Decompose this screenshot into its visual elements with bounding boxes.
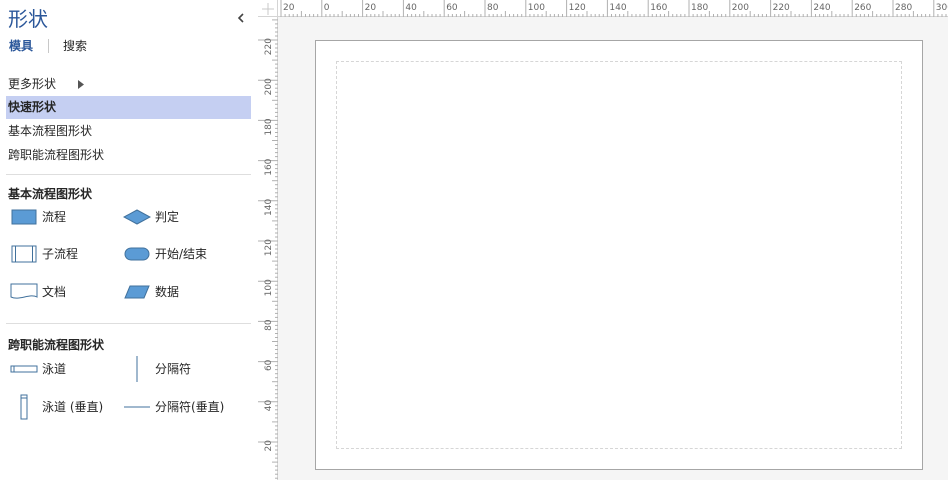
shape-label: 分隔符 bbox=[155, 362, 192, 376]
ruler-label: 200 bbox=[264, 78, 274, 95]
ruler-label: 80 bbox=[264, 319, 274, 331]
separator bbox=[6, 323, 251, 324]
panel-title: 形状 bbox=[8, 7, 48, 31]
shape-document[interactable]: 文档 bbox=[9, 280, 109, 304]
ruler-label: 200 bbox=[732, 3, 749, 13]
ruler-label: 160 bbox=[650, 3, 667, 13]
decision-icon bbox=[122, 205, 152, 229]
start-end-icon bbox=[122, 242, 152, 266]
shape-label: 流程 bbox=[42, 210, 67, 224]
chevron-left-icon bbox=[237, 13, 244, 23]
visio-window: 形状 模具 搜索 更多形状 快速形状 基本流程图形状 跨职能流程图形状 基本流程… bbox=[0, 0, 948, 480]
shape-label: 开始/结束 bbox=[155, 247, 208, 261]
ruler-label: 20 bbox=[264, 440, 274, 452]
swimlane-icon bbox=[9, 357, 39, 381]
shape-process[interactable]: 流程 bbox=[9, 205, 109, 229]
document-icon bbox=[9, 280, 39, 304]
ruler-label: 0 bbox=[324, 3, 330, 13]
ruler-label: 140 bbox=[264, 199, 274, 216]
shape-start-end[interactable]: 开始/结束 bbox=[122, 242, 242, 266]
collapse-panel-button[interactable] bbox=[234, 9, 248, 27]
shape-swimlane-vertical[interactable]: 泳道 (垂直) bbox=[9, 394, 119, 420]
ruler-label: 300 bbox=[936, 3, 948, 13]
ruler-label: 140 bbox=[609, 3, 626, 13]
ruler-origin-icon bbox=[262, 3, 274, 15]
data-icon bbox=[122, 280, 152, 304]
shape-separator-vertical[interactable]: 分隔符(垂直) bbox=[122, 395, 242, 419]
ruler-corner bbox=[258, 0, 278, 17]
ruler-label: 40 bbox=[405, 3, 417, 13]
triangle-right-icon bbox=[78, 80, 84, 89]
ruler-label: 260 bbox=[854, 3, 871, 13]
nav-cross-functional[interactable]: 跨职能流程图形状 bbox=[6, 144, 251, 167]
tab-search[interactable]: 搜索 bbox=[63, 38, 87, 54]
shape-label: 数据 bbox=[155, 285, 180, 299]
nav-basic-flowchart[interactable]: 基本流程图形状 bbox=[6, 120, 251, 143]
shape-label: 判定 bbox=[155, 210, 180, 224]
nav-quick-shapes[interactable]: 快速形状 bbox=[6, 96, 251, 119]
ruler-label: 60 bbox=[264, 359, 274, 371]
ruler-label: 60 bbox=[446, 3, 458, 13]
nav-more-shapes-label: 更多形状 bbox=[8, 77, 57, 91]
horizontal-ruler[interactable]: 20 0 20 40 60 80 100 120 140 160 180 200 220 240 260 28… bbox=[278, 0, 948, 17]
section-title-cross-functional: 跨职能流程图形状 bbox=[8, 338, 105, 352]
ruler-label: 40 bbox=[264, 400, 274, 412]
horizontal-ruler-scale: 20 0 20 40 60 80 100 120 140 160 180 200 220 240 260 28… bbox=[280, 0, 948, 17]
ruler-label: 20 bbox=[283, 3, 295, 13]
shape-decision[interactable]: 判定 bbox=[122, 205, 232, 229]
page-margin-guide bbox=[336, 61, 902, 449]
ruler-label: 80 bbox=[487, 3, 499, 13]
swimlane-vertical-icon bbox=[9, 394, 39, 420]
ruler-label: 220 bbox=[264, 38, 274, 55]
ruler-label: 280 bbox=[895, 3, 912, 13]
ruler-label: 120 bbox=[264, 239, 274, 256]
shape-label: 泳道 (垂直) bbox=[42, 400, 104, 414]
separator-icon bbox=[122, 356, 152, 382]
ruler-label: 100 bbox=[528, 3, 545, 13]
ruler-label: 160 bbox=[264, 158, 274, 175]
shape-label: 泳道 bbox=[42, 362, 67, 376]
ruler-label: 20 bbox=[365, 3, 377, 13]
separator bbox=[6, 174, 251, 175]
drawing-page[interactable] bbox=[315, 40, 923, 470]
nav-more-shapes[interactable]: 更多形状 bbox=[6, 73, 251, 96]
vertical-ruler[interactable]: 220200180160140120100806040200 bbox=[258, 17, 278, 480]
shape-separator[interactable]: 分隔符 bbox=[122, 356, 222, 382]
tab-divider bbox=[48, 39, 49, 53]
ruler-label: 240 bbox=[813, 3, 830, 13]
shapes-panel: 形状 模具 搜索 更多形状 快速形状 基本流程图形状 跨职能流程图形状 基本流程… bbox=[0, 0, 258, 480]
separator-vertical-icon bbox=[122, 395, 152, 419]
tab-stencils[interactable]: 模具 bbox=[9, 38, 33, 54]
ruler-label: 100 bbox=[264, 279, 274, 296]
shape-label: 分隔符(垂直) bbox=[155, 400, 225, 414]
shape-swimlane[interactable]: 泳道 bbox=[9, 357, 109, 381]
ruler-label: 120 bbox=[569, 3, 586, 13]
subprocess-icon bbox=[9, 242, 39, 266]
process-icon bbox=[9, 205, 39, 229]
drawing-canvas[interactable]: 20 0 20 40 60 80 100 120 140 160 180 200 220 240 260 28… bbox=[258, 0, 948, 480]
ruler-label: 180 bbox=[691, 3, 708, 13]
shape-data[interactable]: 数据 bbox=[122, 280, 222, 304]
vertical-ruler-scale: 220200180160140120100806040200 bbox=[258, 19, 278, 480]
ruler-label: 220 bbox=[773, 3, 790, 13]
ruler-label: 180 bbox=[264, 118, 274, 135]
shape-subprocess[interactable]: 子流程 bbox=[9, 242, 109, 266]
shape-label: 文档 bbox=[42, 285, 67, 299]
shape-label: 子流程 bbox=[42, 247, 79, 261]
section-title-basic-flowchart: 基本流程图形状 bbox=[8, 187, 93, 201]
